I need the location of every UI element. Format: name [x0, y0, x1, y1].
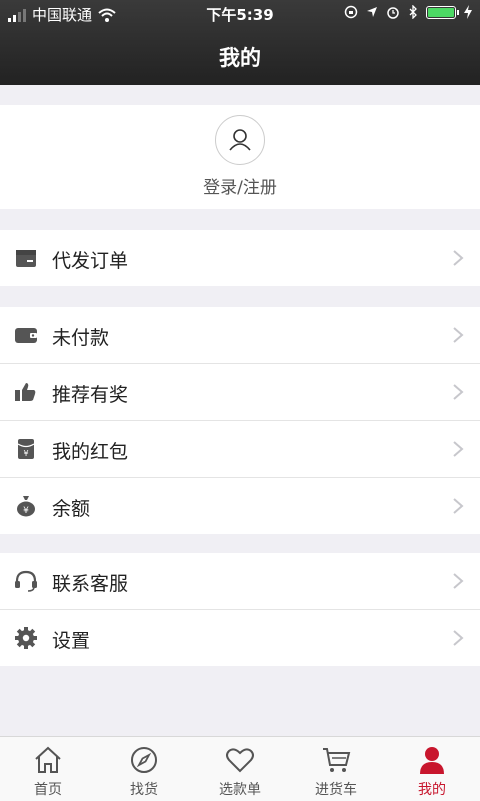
wallet-icon	[15, 328, 37, 343]
chevron-right-icon	[453, 441, 464, 457]
battery-icon	[426, 5, 459, 19]
money-bag-icon: ¥	[17, 496, 35, 517]
charging-icon	[464, 5, 472, 19]
menu-item-label: 联系客服	[52, 573, 129, 595]
header: 中国联通 下午5:39 我的	[0, 0, 480, 85]
login-register-link[interactable]: 登录/注册	[0, 173, 480, 198]
svg-text:¥: ¥	[23, 506, 29, 516]
page-title: 我的	[219, 46, 261, 70]
menu-item-label: 推荐有奖	[52, 384, 129, 406]
menu-item-label: 我的红包	[52, 441, 129, 463]
gear-icon	[15, 627, 37, 649]
status-bar: 中国联通 下午5:39	[0, 0, 480, 28]
location-icon	[367, 7, 377, 17]
menu-group-orders: 代发订单	[0, 230, 480, 286]
chevron-right-icon	[453, 384, 464, 400]
tab-label: 进货车	[315, 782, 357, 798]
tab-profile[interactable]: 我的	[384, 737, 480, 801]
chevron-right-icon	[453, 573, 464, 589]
menu-item-label: 余额	[52, 498, 91, 520]
compass-icon	[131, 747, 157, 773]
user-icon	[420, 747, 444, 774]
alarm-icon	[387, 7, 399, 19]
menu-item-customer-service[interactable]: 联系客服	[0, 553, 480, 610]
tab-selection-list[interactable]: 选款单	[192, 737, 288, 801]
tab-label: 我的	[418, 782, 446, 798]
menu-item-label: 设置	[52, 630, 91, 652]
menu-item-label: 未付款	[52, 327, 110, 349]
chevron-right-icon	[453, 250, 464, 266]
menu-group-finance: 未付款 推荐有奖 ¥ 我的红包 ¥ 余额	[0, 307, 480, 534]
headset-icon	[15, 570, 37, 592]
menu-item-referral-reward[interactable]: 推荐有奖	[0, 364, 480, 421]
menu-item-settings[interactable]: 设置	[0, 610, 480, 666]
user-outline-icon	[229, 129, 251, 151]
tab-label: 选款单	[219, 782, 261, 798]
menu-group-support: 联系客服 设置	[0, 553, 480, 666]
tab-bar: 首页 找货 选款单 进货车 我的	[0, 736, 480, 801]
thumbs-up-icon	[15, 383, 36, 401]
menu-item-unpaid[interactable]: 未付款	[0, 307, 480, 364]
menu-item-dropship-orders[interactable]: 代发订单	[0, 230, 480, 286]
red-envelope-icon: ¥	[17, 439, 35, 459]
avatar[interactable]	[215, 115, 265, 165]
tab-find-goods[interactable]: 找货	[96, 737, 192, 801]
home-icon	[35, 746, 61, 773]
rotation-lock-icon	[344, 5, 358, 19]
chevron-right-icon	[453, 630, 464, 646]
tab-home[interactable]: 首页	[0, 737, 96, 801]
chevron-right-icon	[453, 498, 464, 514]
cart-icon	[323, 748, 351, 772]
menu-item-red-envelope[interactable]: ¥ 我的红包	[0, 421, 480, 478]
package-icon	[16, 250, 36, 267]
bluetooth-icon	[409, 5, 417, 19]
heart-icon	[226, 748, 254, 773]
login-section[interactable]: 登录/注册	[0, 105, 480, 209]
svg-text:¥: ¥	[23, 449, 28, 458]
tab-label: 首页	[34, 782, 62, 798]
chevron-right-icon	[453, 327, 464, 343]
menu-item-label: 代发订单	[52, 250, 129, 272]
tab-cart[interactable]: 进货车	[288, 737, 384, 801]
tab-label: 找货	[130, 782, 158, 798]
menu-item-balance[interactable]: ¥ 余额	[0, 478, 480, 534]
